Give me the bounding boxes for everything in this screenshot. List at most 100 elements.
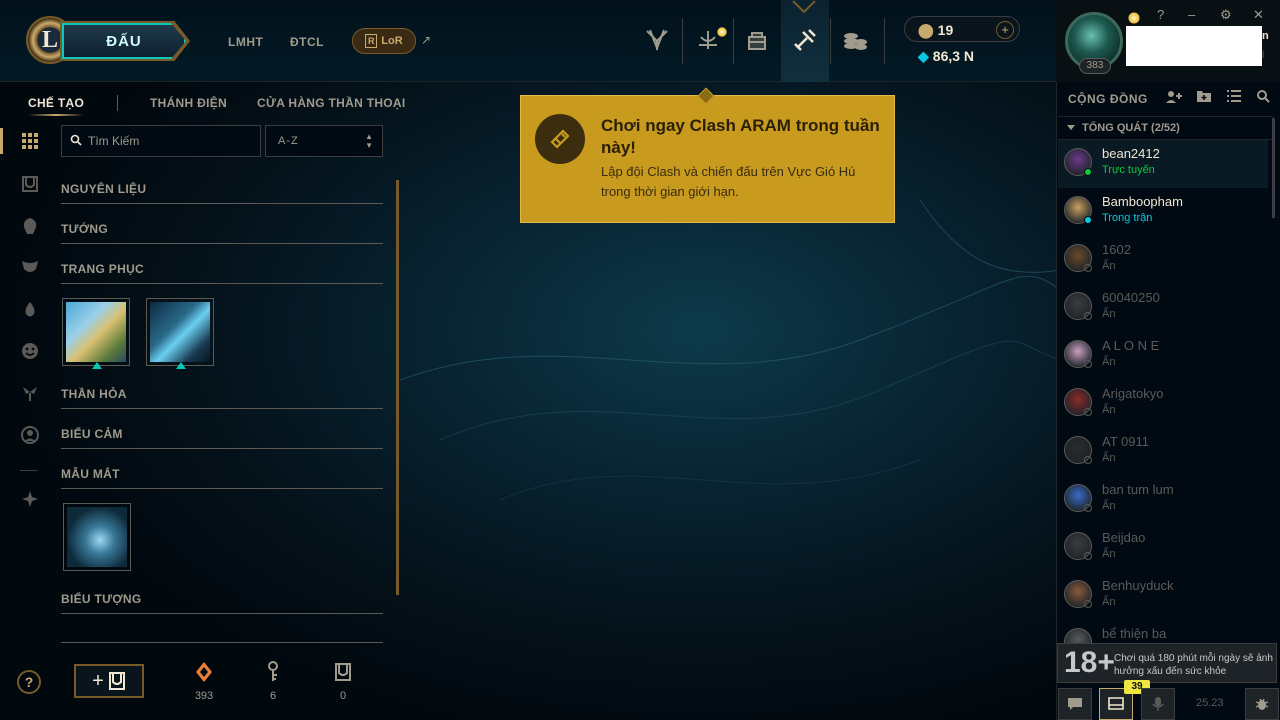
search-field[interactable] xyxy=(61,125,261,157)
tab-crafting[interactable]: CHẾ TẠO xyxy=(28,96,84,110)
skin-shard-image xyxy=(150,302,210,362)
friend-row[interactable]: A L O N E Ẩn xyxy=(1058,332,1268,380)
plus-icon: + xyxy=(92,669,104,692)
upgrade-arrow-icon xyxy=(92,362,102,369)
search-input[interactable] xyxy=(88,130,258,152)
close-icon[interactable]: ✕ xyxy=(1253,7,1264,23)
bug-report-icon[interactable] xyxy=(1245,688,1279,720)
friend-row[interactable]: AT 0911 Ẩn xyxy=(1058,428,1268,476)
friend-row[interactable]: Arigatokyo Ẩn xyxy=(1058,380,1268,428)
chat-icon[interactable] xyxy=(1058,688,1092,720)
age-rating: 18+ xyxy=(1064,646,1115,679)
client-version: 25.23 xyxy=(1196,697,1224,709)
friend-row[interactable]: 1602 Ẩn xyxy=(1058,236,1268,284)
voice-icon[interactable] xyxy=(1141,688,1175,720)
popup-body: Lập đội Clash và chiến đấu trên Vực Gió … xyxy=(601,164,856,199)
friend-row[interactable]: Bamboopham Trong trận xyxy=(1058,188,1268,236)
blue-essence-balance[interactable]: ◆ 86,3 N xyxy=(918,48,974,65)
tab-sanctum[interactable]: THÁNH ĐIỆN xyxy=(150,96,227,110)
friend-row[interactable]: bean2412 Trực tuyến xyxy=(1058,140,1268,188)
friend-name: Beijdao xyxy=(1102,530,1146,545)
lor-button[interactable]: R LoR xyxy=(352,28,416,54)
category-materials[interactable]: NGUYÊN LIỆU xyxy=(61,180,383,204)
buy-rp-button[interactable]: + xyxy=(996,21,1014,39)
blue-essence-icon: ◆ xyxy=(918,48,929,64)
friend-status: Ẩn xyxy=(1102,548,1116,560)
orange-essence-counter: 393 xyxy=(189,660,219,702)
help-icon[interactable]: ? xyxy=(1157,7,1164,22)
summoner-tag-fragment: l xyxy=(1262,50,1265,61)
friend-group-header[interactable]: TỔNG QUÁT (2/52) xyxy=(1058,116,1274,140)
friend-status: Ẩn xyxy=(1102,356,1116,368)
profile-icon-filter-icon[interactable] xyxy=(18,423,42,447)
all-items-grid-icon[interactable] xyxy=(18,129,42,153)
friend-status: Trong trận xyxy=(1102,212,1153,224)
tab-divider xyxy=(117,95,118,111)
add-friend-icon[interactable] xyxy=(1165,89,1183,108)
clash-ticket-icon xyxy=(535,114,585,164)
presence-dot xyxy=(1084,216,1092,224)
crafting-icon[interactable] xyxy=(789,24,821,56)
nav-lol[interactable]: LMHT xyxy=(228,35,263,49)
presence-dot xyxy=(1084,168,1092,176)
friend-row[interactable]: ban tum lum Ẩn xyxy=(1058,476,1268,524)
rp-balance[interactable]: ⬤ 19 xyxy=(918,22,953,39)
ward-skin-tile[interactable] xyxy=(63,503,131,571)
search-icon xyxy=(70,134,82,146)
friend-row[interactable]: Beijdao Ẩn xyxy=(1058,524,1268,572)
footer-divider xyxy=(61,642,383,643)
friend-row[interactable]: Benhuyduck Ẩn xyxy=(1058,572,1268,620)
category-emotes[interactable]: BIỂU CẢM xyxy=(61,425,383,449)
redacted-summoner-name xyxy=(1126,26,1262,66)
friend-row[interactable]: 60040250 Ẩn xyxy=(1058,284,1268,332)
chest-filter-icon[interactable] xyxy=(18,172,42,196)
community-title: CỘNG ĐỒNG xyxy=(1068,92,1148,106)
category-ward-skins[interactable]: MẪU MẮT xyxy=(61,465,383,489)
friend-name: 60040250 xyxy=(1102,290,1160,305)
minimize-icon[interactable]: – xyxy=(1188,7,1195,22)
skin-filter-icon[interactable] xyxy=(18,255,42,279)
play-button[interactable]: ĐẤU xyxy=(62,23,186,59)
category-companions[interactable]: THẦN HỎA xyxy=(61,385,383,409)
list-view-icon[interactable] xyxy=(1226,89,1242,106)
collection-scrollbar-thumb[interactable] xyxy=(396,180,399,595)
skin-shard-tile[interactable] xyxy=(62,298,130,366)
friend-name: AT 0911 xyxy=(1102,434,1149,449)
add-folder-icon[interactable] xyxy=(1196,89,1212,106)
loot-icon[interactable] xyxy=(741,24,773,56)
presence-dot xyxy=(1084,456,1092,464)
emote-filter-icon[interactable] xyxy=(18,339,42,363)
other-filter-icon[interactable] xyxy=(18,487,42,511)
store-icon[interactable] xyxy=(839,24,871,56)
friend-status: Ẩn xyxy=(1102,452,1116,464)
category-champions[interactable]: TƯỚNG xyxy=(61,220,383,244)
skin-shard-tile[interactable] xyxy=(146,298,214,366)
friend-name: ban tum lum xyxy=(1102,482,1174,497)
lor-label: LoR xyxy=(381,35,403,47)
sort-dropdown[interactable]: A-Z ▲ ▼ xyxy=(265,125,383,157)
presence-dot xyxy=(1084,408,1092,416)
friend-name: bể thiện ba xyxy=(1102,626,1167,641)
ward-filter-icon[interactable] xyxy=(18,381,42,405)
friend-status: Ẩn xyxy=(1102,260,1116,272)
skin-shard-image xyxy=(66,302,126,362)
chest-icon xyxy=(335,663,351,681)
settings-icon[interactable]: ⚙ xyxy=(1220,7,1232,23)
nav-tft[interactable]: ĐTCL xyxy=(290,35,324,49)
external-link-icon: ↗ xyxy=(421,33,432,47)
category-skins[interactable]: TRANG PHỤC xyxy=(61,260,383,284)
open-chest-button[interactable]: + xyxy=(74,664,144,698)
clash-icon[interactable] xyxy=(641,24,673,56)
chest-counter: 0 xyxy=(328,660,358,702)
companion-filter-icon[interactable] xyxy=(18,298,42,322)
friend-status: Ẩn xyxy=(1102,308,1116,320)
help-button[interactable]: ? xyxy=(17,670,41,694)
search-icon[interactable] xyxy=(1256,89,1270,106)
tab-mythic-shop[interactable]: CỬA HÀNG THẦN THOẠI xyxy=(257,96,406,110)
friend-name: A L O N E xyxy=(1102,338,1160,353)
sidebar-divider xyxy=(20,470,38,471)
friends-scrollbar[interactable] xyxy=(1272,118,1275,218)
popup-title: Chơi ngay Clash ARAM trong tuần này! xyxy=(601,116,880,157)
champion-filter-icon[interactable] xyxy=(18,214,42,238)
category-icons[interactable]: BIỂU TƯỢNG xyxy=(61,590,383,614)
